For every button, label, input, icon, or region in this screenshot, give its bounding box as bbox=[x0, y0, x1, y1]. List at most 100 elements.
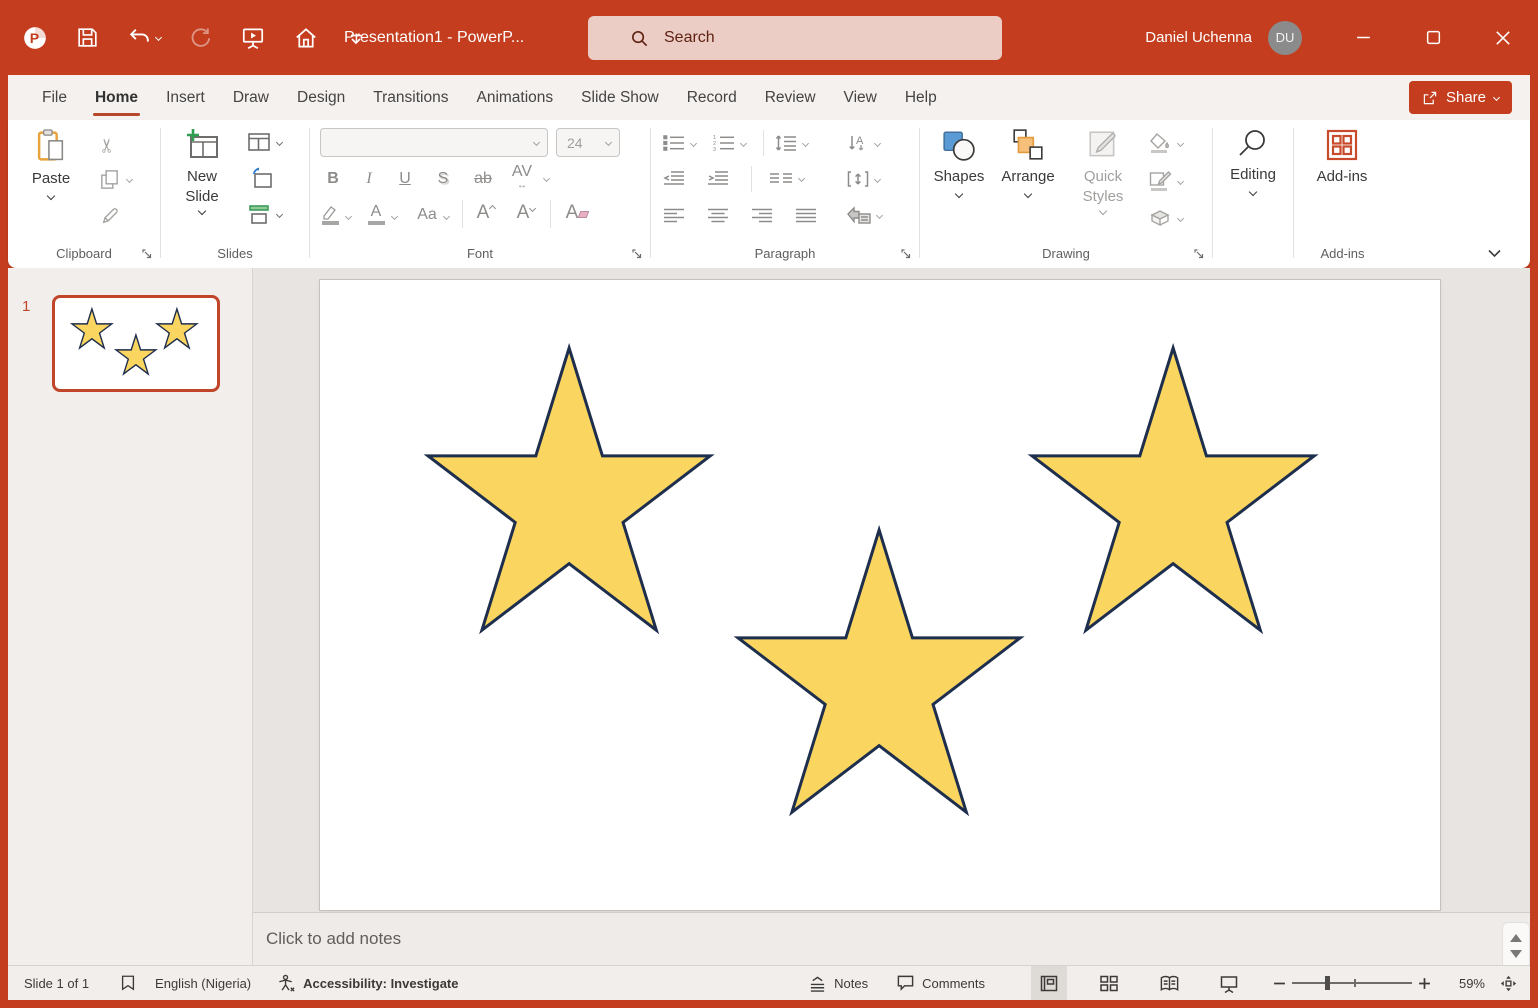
font-size-combobox[interactable]: 24 bbox=[556, 128, 620, 157]
addins-button[interactable]: Add-ins bbox=[1311, 128, 1373, 187]
strikethrough-button[interactable]: ab bbox=[470, 170, 496, 188]
tab-review[interactable]: Review bbox=[751, 75, 830, 120]
slide-layout-button[interactable] bbox=[247, 132, 282, 152]
italic-button[interactable]: I bbox=[358, 170, 380, 188]
justify-button[interactable] bbox=[795, 208, 817, 223]
arrange-button[interactable]: Arrange bbox=[994, 128, 1062, 197]
change-case-button[interactable]: Aa bbox=[414, 206, 440, 224]
text-highlight-button[interactable] bbox=[320, 204, 340, 225]
decrease-indent-button[interactable] bbox=[663, 170, 685, 186]
font-color-button[interactable]: A bbox=[366, 204, 386, 225]
bold-button[interactable]: B bbox=[322, 170, 344, 188]
paste-button[interactable]: Paste bbox=[22, 128, 80, 199]
slide-canvas[interactable] bbox=[320, 280, 1440, 910]
star-shape[interactable] bbox=[1032, 348, 1314, 630]
previous-slide-icon[interactable] bbox=[1510, 934, 1522, 942]
copy-button[interactable] bbox=[98, 168, 132, 191]
star-shape[interactable] bbox=[116, 335, 156, 374]
reading-view-button[interactable] bbox=[1151, 966, 1187, 1000]
underline-button[interactable]: U bbox=[394, 170, 416, 188]
font-name-combobox[interactable] bbox=[320, 128, 548, 157]
section-button[interactable] bbox=[247, 204, 282, 224]
cut-button[interactable]: ✂ bbox=[100, 134, 116, 157]
fit-slide-to-window-button[interactable] bbox=[1499, 974, 1518, 993]
clear-formatting-button[interactable]: A bbox=[562, 202, 592, 224]
align-text-button[interactable] bbox=[847, 170, 880, 188]
font-dialog-launcher-icon[interactable] bbox=[631, 248, 643, 260]
star-shape[interactable] bbox=[72, 309, 112, 348]
comments-button[interactable]: Comments bbox=[896, 974, 985, 992]
notes-panel[interactable]: Click to add notes bbox=[253, 912, 1530, 965]
paragraph-dialog-launcher-icon[interactable] bbox=[900, 248, 912, 260]
redo-icon[interactable] bbox=[188, 25, 213, 50]
tab-home[interactable]: Home bbox=[81, 75, 152, 120]
tab-insert[interactable]: Insert bbox=[152, 75, 219, 120]
accessibility-checker[interactable]: Accessibility: Investigate bbox=[277, 974, 458, 993]
language-indicator[interactable]: English (Nigeria) bbox=[155, 976, 251, 991]
shape-outline-button[interactable] bbox=[1148, 170, 1183, 192]
tab-transitions[interactable]: Transitions bbox=[359, 75, 462, 120]
zoom-slider-handle[interactable] bbox=[1325, 976, 1330, 990]
search-box[interactable]: Search bbox=[588, 16, 1002, 60]
align-center-button[interactable] bbox=[707, 208, 729, 223]
minimize-button[interactable] bbox=[1328, 0, 1398, 75]
editing-button[interactable]: Editing bbox=[1222, 128, 1284, 195]
shapes-button[interactable]: Shapes bbox=[928, 128, 990, 197]
align-right-button[interactable] bbox=[751, 208, 773, 223]
format-painter-button[interactable] bbox=[100, 204, 122, 226]
line-spacing-button[interactable] bbox=[775, 134, 808, 152]
convert-to-smartart-button[interactable] bbox=[847, 206, 882, 224]
star-shape[interactable] bbox=[157, 309, 197, 348]
increase-font-size-button[interactable]: A bbox=[474, 202, 498, 224]
spell-check-button[interactable] bbox=[119, 974, 137, 992]
star-shape[interactable] bbox=[738, 530, 1020, 812]
zoom-in-button[interactable] bbox=[1418, 977, 1431, 990]
quick-styles-button[interactable]: Quick Styles bbox=[1068, 128, 1138, 214]
normal-view-button[interactable] bbox=[1031, 966, 1067, 1000]
share-button[interactable]: Share bbox=[1409, 81, 1512, 114]
tab-design[interactable]: Design bbox=[283, 75, 359, 120]
tab-animations[interactable]: Animations bbox=[462, 75, 567, 120]
powerpoint-logo-icon[interactable]: P bbox=[22, 25, 48, 51]
zoom-out-button[interactable] bbox=[1273, 977, 1286, 990]
tab-draw[interactable]: Draw bbox=[219, 75, 283, 120]
slide-sorter-view-button[interactable] bbox=[1091, 966, 1127, 1000]
tab-file[interactable]: File bbox=[28, 75, 81, 120]
zoom-level[interactable]: 59% bbox=[1447, 976, 1485, 991]
slideshow-view-button[interactable] bbox=[1211, 966, 1247, 1000]
user-name[interactable]: Daniel Uchenna bbox=[1145, 29, 1252, 46]
shape-fill-button[interactable] bbox=[1148, 132, 1183, 154]
tab-record[interactable]: Record bbox=[673, 75, 751, 120]
home-icon[interactable] bbox=[293, 25, 319, 51]
shape-effects-button[interactable] bbox=[1148, 208, 1183, 228]
tab-help[interactable]: Help bbox=[891, 75, 951, 120]
bullets-button[interactable] bbox=[663, 134, 696, 152]
star-shape[interactable] bbox=[428, 348, 710, 630]
text-shadow-button[interactable]: S bbox=[432, 170, 454, 188]
drawing-dialog-launcher-icon[interactable] bbox=[1193, 248, 1205, 260]
save-icon[interactable] bbox=[75, 25, 100, 50]
clipboard-dialog-launcher-icon[interactable] bbox=[141, 248, 153, 260]
start-slideshow-icon[interactable] bbox=[240, 25, 266, 51]
collapse-ribbon-button[interactable] bbox=[1487, 249, 1502, 258]
tab-slide-show[interactable]: Slide Show bbox=[567, 75, 673, 120]
increase-indent-button[interactable] bbox=[707, 170, 729, 186]
notes-toggle-button[interactable]: Notes bbox=[808, 975, 868, 992]
undo-icon[interactable] bbox=[127, 25, 161, 50]
character-spacing-button[interactable]: AV ↔ bbox=[508, 166, 536, 190]
numbering-button[interactable]: 123 bbox=[713, 134, 746, 152]
slide-thumbnail[interactable] bbox=[52, 295, 220, 392]
tab-view[interactable]: View bbox=[830, 75, 891, 120]
next-slide-icon[interactable] bbox=[1510, 950, 1522, 958]
close-button[interactable] bbox=[1468, 0, 1538, 75]
maximize-button[interactable] bbox=[1398, 0, 1468, 75]
columns-button[interactable] bbox=[769, 172, 804, 185]
align-left-button[interactable] bbox=[663, 208, 685, 223]
undo-dropdown-chevron-icon[interactable] bbox=[155, 34, 162, 41]
new-slide-button[interactable]: New Slide bbox=[171, 128, 233, 214]
text-direction-button[interactable]: A bbox=[847, 134, 880, 152]
slide-indicator[interactable]: Slide 1 of 1 bbox=[24, 976, 89, 991]
avatar[interactable]: DU bbox=[1268, 21, 1302, 55]
decrease-font-size-button[interactable]: A bbox=[514, 202, 538, 224]
reset-slide-button[interactable] bbox=[249, 167, 273, 189]
